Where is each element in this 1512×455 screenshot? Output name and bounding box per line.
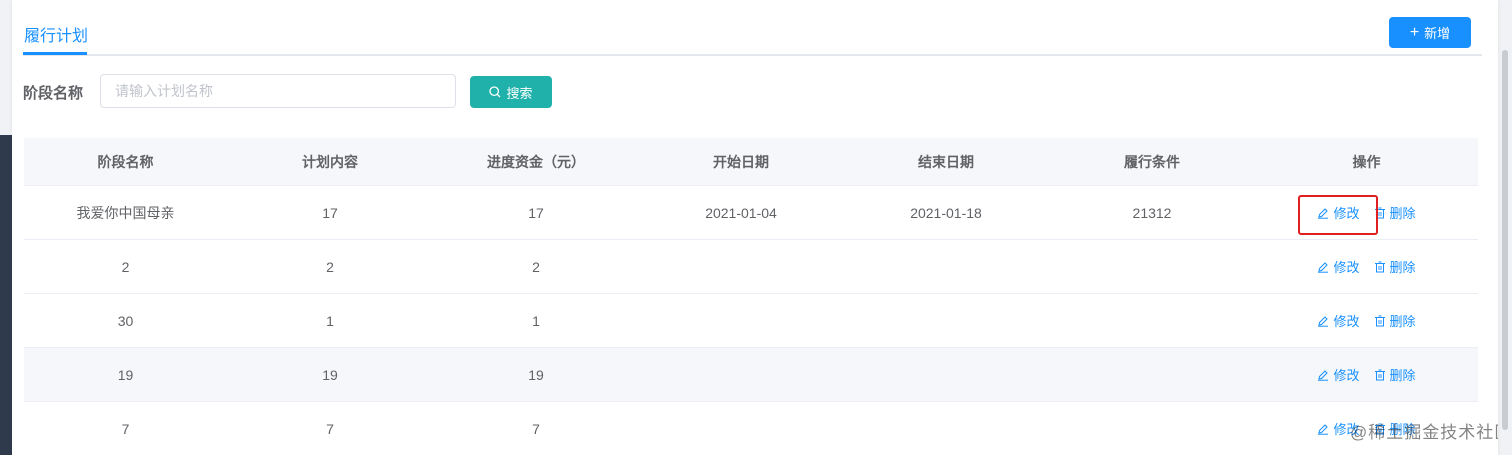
- scrollbar[interactable]: [1498, 0, 1512, 455]
- header-actions: 操作: [1352, 153, 1381, 170]
- edit-icon: [1317, 261, 1329, 273]
- delete-button[interactable]: 删除: [1374, 203, 1416, 222]
- plan-table: 阶段名称 计划内容 进度资金（元） 开始日期 结束日期 履行条件 操作 我爱你中…: [24, 138, 1478, 455]
- edit-label: 修改: [1333, 314, 1360, 329]
- header-start-date: 开始日期: [713, 153, 769, 170]
- cell-plan-content: 2: [326, 258, 334, 275]
- edit-icon: [1317, 369, 1329, 381]
- cell-actions: 修改 删除: [1255, 311, 1478, 330]
- table-row: 2 2 2 修改 删除: [24, 240, 1478, 294]
- trash-icon: [1374, 315, 1386, 327]
- delete-label: 删除: [1389, 206, 1416, 221]
- table-row: 我爱你中国母亲 17 17 2021-01-04 2021-01-18 2131…: [24, 186, 1478, 240]
- cell-progress-funds: 17: [528, 204, 544, 221]
- edit-button[interactable]: 修改: [1317, 257, 1360, 276]
- highlight-box: [1298, 195, 1378, 235]
- scrollbar-thumb[interactable]: [1502, 50, 1508, 430]
- cell-progress-funds: 19: [528, 366, 544, 383]
- cell-condition: 21312: [1132, 204, 1172, 221]
- tab-bar: 履行计划 + 新增: [12, 0, 1498, 56]
- table-row: 7 7 7 修改 删除: [24, 402, 1478, 455]
- watermark: @稀土掘金技术社区: [1350, 423, 1498, 442]
- cell-actions: 修改 删除: [1255, 365, 1478, 384]
- delete-button[interactable]: 删除: [1374, 365, 1416, 384]
- add-button-label: 新增: [1424, 26, 1451, 41]
- table-header: 阶段名称 计划内容 进度资金（元） 开始日期 结束日期 履行条件 操作: [24, 138, 1478, 186]
- cell-plan-content: 17: [322, 204, 338, 221]
- header-progress-funds: 进度资金（元）: [487, 153, 585, 170]
- edit-icon: [1317, 315, 1329, 327]
- cell-start-date: 2021-01-04: [705, 204, 777, 221]
- edit-button[interactable]: 修改: [1317, 365, 1360, 384]
- tab-performance-plan[interactable]: 履行计划: [24, 22, 88, 46]
- delete-label: 删除: [1389, 260, 1416, 275]
- header-end-date: 结束日期: [918, 153, 974, 170]
- cell-progress-funds: 1: [532, 312, 540, 329]
- edit-icon: [1317, 423, 1329, 435]
- cell-stage-name: 30: [117, 312, 134, 329]
- cell-plan-content: 1: [326, 312, 334, 329]
- plus-icon: +: [1409, 23, 1420, 41]
- cell-stage-name: 19: [117, 366, 134, 383]
- edit-label: 修改: [1333, 368, 1360, 383]
- table-row: 19 19 19 修改 删除: [24, 348, 1478, 402]
- search-icon: [489, 86, 501, 98]
- tab-active-indicator: [23, 52, 87, 55]
- main-panel: 履行计划 + 新增 阶段名称 搜索 阶段名称 计划内容 进度资金（元） 开始日期…: [12, 0, 1498, 455]
- delete-label: 删除: [1389, 314, 1416, 329]
- header-plan-content: 计划内容: [302, 153, 358, 170]
- cell-stage-name: 我爱你中国母亲: [76, 204, 175, 221]
- cell-progress-funds: 7: [532, 420, 540, 437]
- search-button[interactable]: 搜索: [470, 76, 552, 108]
- table-row: 30 1 1 修改 删除: [24, 294, 1478, 348]
- search-button-label: 搜索: [506, 85, 533, 101]
- header-condition: 履行条件: [1124, 153, 1180, 170]
- delete-label: 删除: [1389, 368, 1416, 383]
- delete-button[interactable]: 删除: [1374, 257, 1416, 276]
- trash-icon: [1374, 369, 1386, 381]
- cell-progress-funds: 2: [532, 258, 540, 275]
- trash-icon: [1374, 261, 1386, 273]
- header-stage-name: 阶段名称: [97, 153, 154, 170]
- add-button[interactable]: + 新增: [1389, 17, 1471, 48]
- cell-stage-name: 2: [121, 258, 130, 275]
- stage-name-label: 阶段名称: [23, 85, 84, 102]
- edit-label: 修改: [1333, 260, 1360, 275]
- cell-plan-content: 19: [322, 366, 338, 383]
- tab-divider: [23, 54, 1482, 56]
- cell-end-date: 2021-01-18: [910, 204, 982, 221]
- search-input[interactable]: [100, 74, 456, 108]
- cell-plan-content: 7: [326, 420, 334, 437]
- sidebar-edge: [0, 0, 12, 455]
- cell-stage-name: 7: [121, 420, 130, 437]
- edit-button[interactable]: 修改: [1317, 311, 1360, 330]
- delete-button[interactable]: 删除: [1374, 311, 1416, 330]
- cell-actions: 修改 删除: [1255, 257, 1478, 276]
